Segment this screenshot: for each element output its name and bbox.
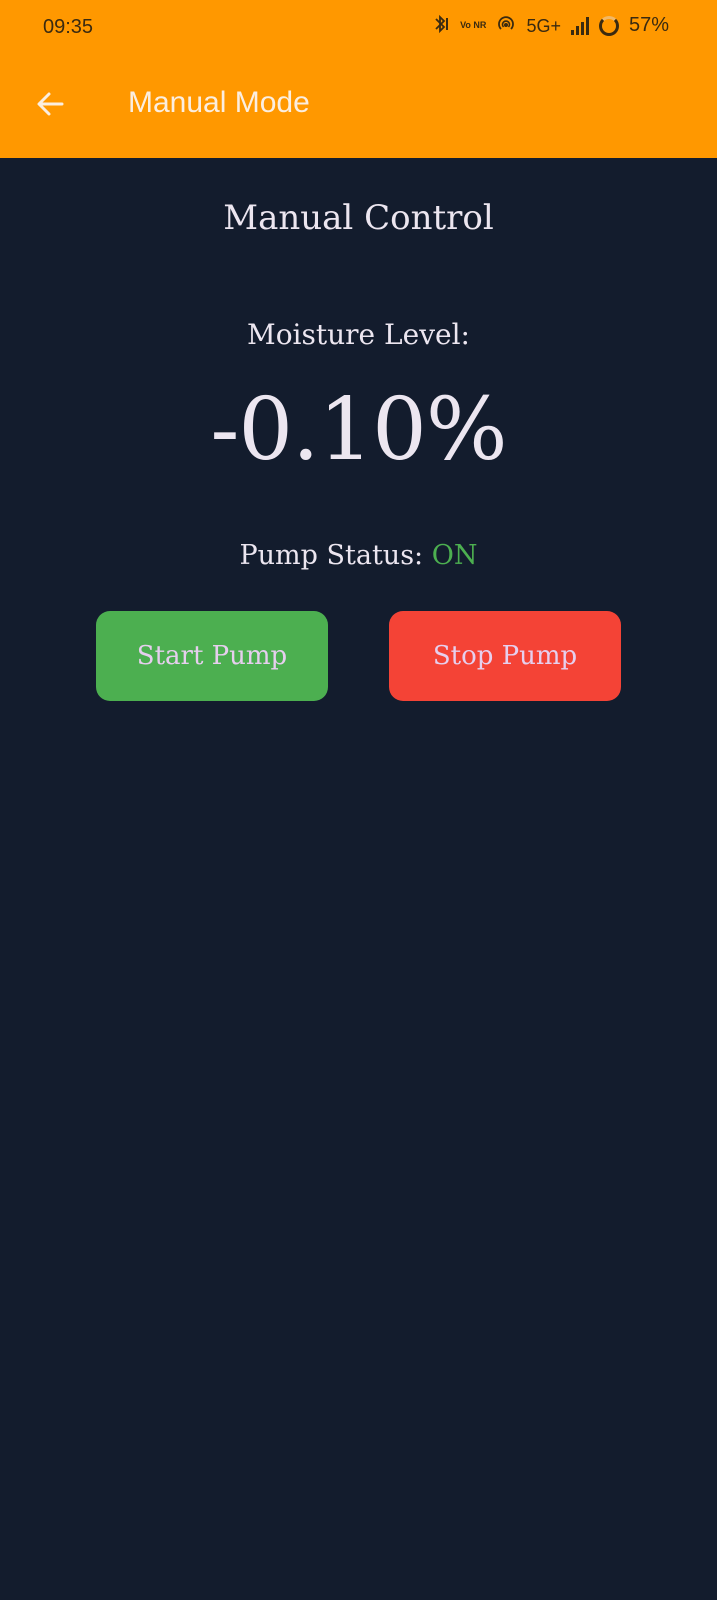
- status-icons: Vo NR 5G+ 57%: [430, 14, 669, 37]
- vonr-icon: Vo NR: [460, 20, 487, 30]
- signal-icon: [570, 16, 589, 35]
- bluetooth-icon: [430, 14, 450, 37]
- moisture-label: Moisture Level:: [247, 318, 470, 351]
- start-pump-button[interactable]: Start Pump: [96, 611, 328, 701]
- pump-status-value: ON: [431, 540, 478, 571]
- section-heading: Manual Control: [223, 198, 494, 238]
- stop-pump-button[interactable]: Stop Pump: [389, 611, 621, 701]
- moisture-value: -0.10%: [210, 380, 507, 480]
- app-bar: 09:35 Vo NR 5G+ 57% Manual Mode: [0, 0, 717, 158]
- page-title: Manual Mode: [128, 86, 310, 119]
- hotspot-icon: [496, 14, 516, 37]
- pump-status: Pump Status: ON: [0, 540, 717, 571]
- arrow-left-icon: [37, 92, 64, 116]
- battery-icon: [598, 15, 619, 36]
- pump-status-label: Pump Status:: [239, 540, 424, 571]
- network-type: 5G+: [526, 15, 561, 36]
- battery-percent: 57%: [628, 14, 669, 36]
- back-button[interactable]: [30, 84, 70, 124]
- status-time: 09:35: [43, 16, 94, 38]
- status-bar: 09:35 Vo NR 5G+ 57%: [0, 0, 717, 58]
